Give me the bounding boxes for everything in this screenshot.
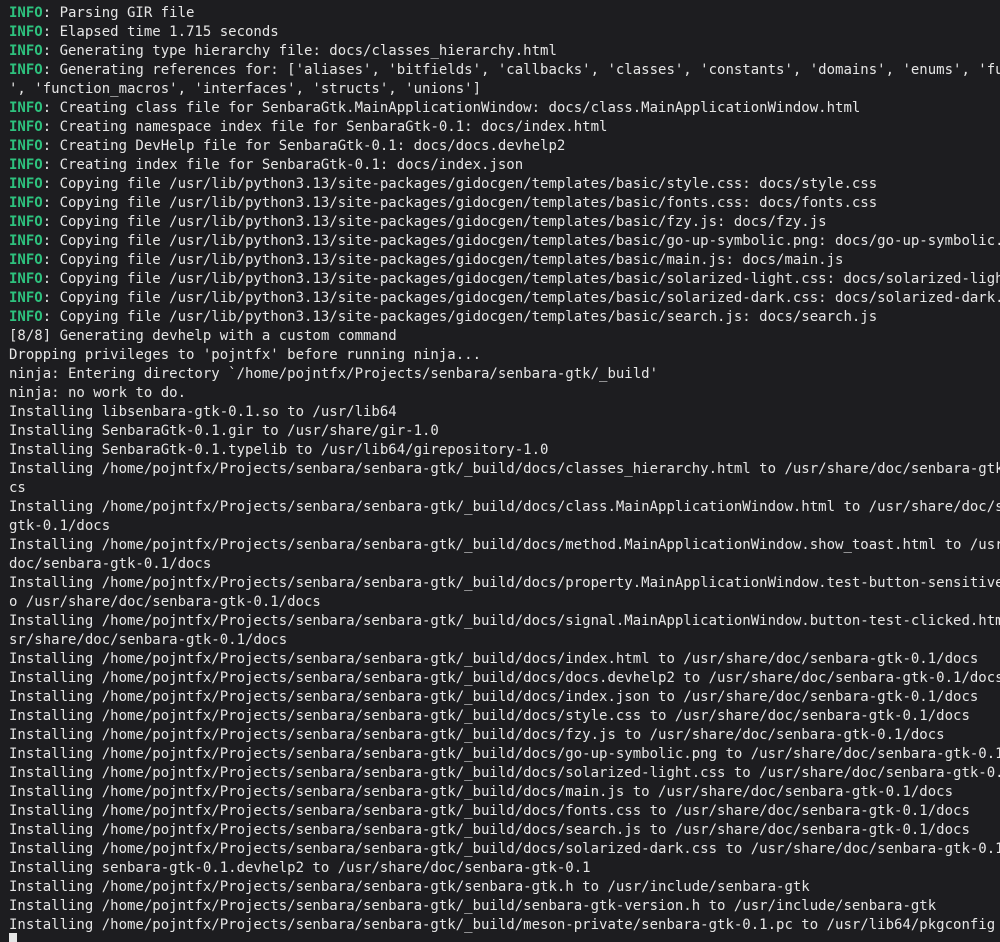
log-line: Installing /home/pojntfx/Projects/senbar… [9,461,1000,477]
log-line-info: INFO: Elapsed time 1.715 seconds [9,23,1000,42]
log-line: Installing /home/pojntfx/Projects/senbar… [9,575,1000,591]
log-message: : Copying file /usr/lib/python3.13/site-… [42,233,1000,249]
info-tag: INFO [9,5,43,21]
log-message: : Creating index file for SenbaraGtk-0.1… [42,157,524,173]
info-tag: INFO [9,157,43,173]
log-line: ninja: no work to do. [9,385,187,401]
log-line: Installing /home/pojntfx/Projects/senbar… [9,765,1000,781]
log-message: : Creating namespace index file for Senb… [42,119,608,135]
info-tag: INFO [9,119,43,135]
log-message: : Copying file /usr/lib/python3.13/site-… [42,309,878,325]
log-message: : Copying file /usr/lib/python3.13/site-… [42,290,1000,306]
info-tag: INFO [9,290,43,306]
log-line-info: INFO: Generating references for: ['alias… [9,61,1000,80]
log-message: : Copying file /usr/lib/python3.13/site-… [42,252,844,268]
log-line: Installing /home/pojntfx/Projects/senbar… [9,499,1000,515]
info-tag: INFO [9,100,43,116]
log-line: Installing /home/pojntfx/Projects/senbar… [9,917,996,933]
info-tag: INFO [9,43,43,59]
log-line: Installing /home/pojntfx/Projects/senbar… [9,784,954,800]
log-line: Installing /home/pojntfx/Projects/senbar… [9,879,810,895]
log-line: doc/senbara-gtk-0.1/docs [9,556,212,572]
log-message: : Generating type hierarchy file: docs/c… [42,43,557,59]
log-line: Installing SenbaraGtk-0.1.gir to /usr/sh… [9,423,439,439]
log-line: Installing /home/pojntfx/Projects/senbar… [9,727,945,743]
terminal-output: INFO: Parsing GIR file INFO: Elapsed time… [9,4,1000,935]
log-line-info: INFO: Copying file /usr/lib/python3.13/s… [9,213,1000,232]
log-line: sr/share/doc/senbara-gtk-0.1/docs [9,632,288,648]
log-line: Installing /home/pojntfx/Projects/senbar… [9,670,1000,686]
log-line-info: INFO: Parsing GIR file [9,4,1000,23]
log-line-info: INFO: Copying file /usr/lib/python3.13/s… [9,194,1000,213]
info-tag: INFO [9,252,43,268]
terminal-window[interactable]: INFO: Parsing GIR file INFO: Elapsed time… [0,0,1000,942]
log-line-info: INFO: Copying file /usr/lib/python3.13/s… [9,175,1000,194]
log-line: Installing /home/pojntfx/Projects/senbar… [9,822,970,838]
log-line: Installing /home/pojntfx/Projects/senbar… [9,898,937,914]
info-tag: INFO [9,309,43,325]
log-message: : Generating references for: ['aliases',… [42,62,1000,78]
log-line: Installing /home/pojntfx/Projects/senbar… [9,689,979,705]
log-line: cs [9,480,26,496]
log-line: Installing /home/pojntfx/Projects/senbar… [9,803,970,819]
log-line: gtk-0.1/docs [9,518,111,534]
log-line-info: INFO: Creating class file for SenbaraGtk… [9,99,1000,118]
log-line: Installing /home/pojntfx/Projects/senbar… [9,708,970,724]
info-tag: INFO [9,62,43,78]
log-message: : Creating class file for SenbaraGtk.Mai… [42,100,861,116]
log-line-info: INFO: Creating DevHelp file for SenbaraG… [9,137,1000,156]
log-line: Installing /home/pojntfx/Projects/senbar… [9,613,1000,629]
log-line-info: INFO: Generating type hierarchy file: do… [9,42,1000,61]
log-message: : Copying file /usr/lib/python3.13/site-… [42,214,827,230]
log-line: Installing /home/pojntfx/Projects/senbar… [9,537,1000,553]
log-line-info: INFO: Copying file /usr/lib/python3.13/s… [9,289,1000,308]
log-message: : Elapsed time 1.715 seconds [42,24,279,40]
cursor-icon [9,933,17,942]
log-line: Dropping privileges to 'pojntfx' before … [9,347,482,363]
log-line-info: INFO: Copying file /usr/lib/python3.13/s… [9,251,1000,270]
log-line: Installing /home/pojntfx/Projects/senbar… [9,651,979,667]
log-line: Installing senbara-gtk-0.1.devhelp2 to /… [9,860,591,876]
info-tag: INFO [9,24,43,40]
log-message: : Creating DevHelp file for SenbaraGtk-0… [42,138,566,154]
log-line: Installing /home/pojntfx/Projects/senbar… [9,746,1000,762]
log-message: : Copying file /usr/lib/python3.13/site-… [42,195,878,211]
info-tag: INFO [9,195,43,211]
log-line-info: INFO: Creating index file for SenbaraGtk… [9,156,1000,175]
log-line: ', 'function_macros', 'interfaces', 'str… [9,81,482,97]
log-line: ninja: Entering directory `/home/pojntfx… [9,366,659,382]
info-tag: INFO [9,271,43,287]
log-message: : Copying file /usr/lib/python3.13/site-… [42,271,1000,287]
log-line: Installing SenbaraGtk-0.1.typelib to /us… [9,442,549,458]
log-line-info: INFO: Copying file /usr/lib/python3.13/s… [9,270,1000,289]
info-tag: INFO [9,214,43,230]
info-tag: INFO [9,176,43,192]
log-line: o /usr/share/doc/senbara-gtk-0.1/docs [9,594,321,610]
info-tag: INFO [9,233,43,249]
log-line-info: INFO: Copying file /usr/lib/python3.13/s… [9,308,1000,327]
info-tag: INFO [9,138,43,154]
log-line-info: INFO: Creating namespace index file for … [9,118,1000,137]
log-line: Installing /home/pojntfx/Projects/senbar… [9,841,1000,857]
log-line: Installing libsenbara-gtk-0.1.so to /usr… [9,404,397,420]
log-line: [8/8] Generating devhelp with a custom c… [9,328,397,344]
log-message: : Copying file /usr/lib/python3.13/site-… [42,176,878,192]
log-line-info: INFO: Copying file /usr/lib/python3.13/s… [9,232,1000,251]
shell-prompt[interactable] [9,933,17,942]
log-message: : Parsing GIR file [42,5,195,21]
